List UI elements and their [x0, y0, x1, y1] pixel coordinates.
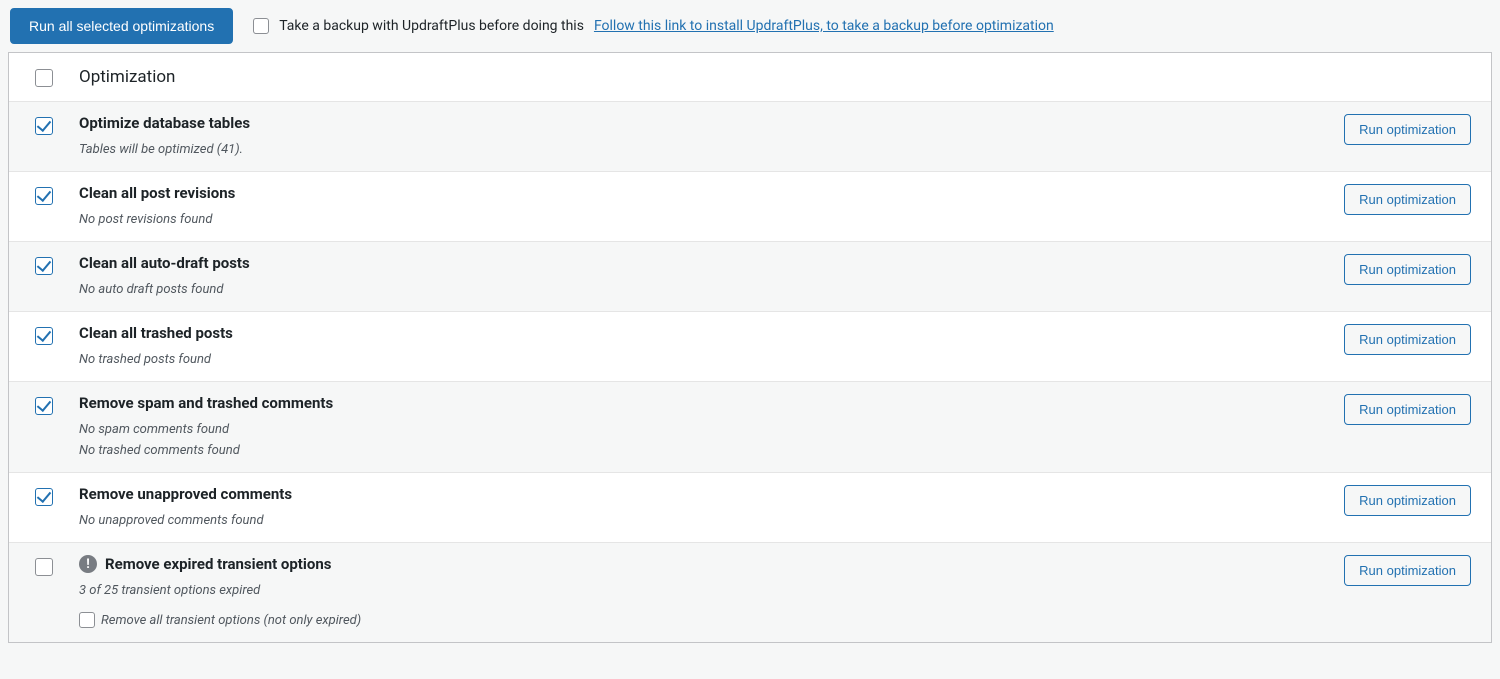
row-checkbox[interactable]: [35, 257, 53, 275]
sub-option-label: Remove all transient options (not only e…: [101, 613, 361, 628]
run-optimization-button[interactable]: Run optimization: [1344, 114, 1471, 145]
backup-text: Take a backup with UpdraftPlus before do…: [279, 18, 584, 34]
sub-option-checkbox[interactable]: [79, 612, 95, 628]
run-optimization-button[interactable]: Run optimization: [1344, 485, 1471, 516]
row-checkbox[interactable]: [35, 558, 53, 576]
optimization-title: ! Remove expired transient options: [79, 555, 1311, 573]
optimization-desc: No auto draft posts found: [79, 282, 1311, 297]
optimization-title: Clean all auto-draft posts: [79, 254, 1311, 272]
row-checkbox[interactable]: [35, 117, 53, 135]
optimization-title-text: Remove expired transient options: [105, 555, 331, 573]
warning-icon: !: [79, 555, 97, 573]
top-bar: Run all selected optimizations Take a ba…: [0, 0, 1500, 52]
run-optimization-button[interactable]: Run optimization: [1344, 184, 1471, 215]
optimization-desc: No trashed posts found: [79, 352, 1311, 367]
table-row: ! Remove expired transient options 3 of 25…: [9, 543, 1491, 642]
table-row: Optimize database tables Tables will be o…: [9, 102, 1491, 172]
table-header: Optimization: [9, 53, 1491, 102]
row-checkbox[interactable]: [35, 327, 53, 345]
backup-checkbox[interactable]: [253, 18, 269, 34]
optimization-desc: 3 of 25 transient options expired: [79, 583, 1311, 598]
optimization-title: Clean all trashed posts: [79, 324, 1311, 342]
optimizations-panel: Optimization Optimize database tables Tab…: [8, 52, 1492, 643]
row-checkbox[interactable]: [35, 187, 53, 205]
optimization-title-text: Clean all trashed posts: [79, 324, 233, 342]
row-checkbox[interactable]: [35, 397, 53, 415]
optimization-desc: No spam comments foundNo trashed comment…: [79, 422, 1311, 458]
optimization-title-text: Optimize database tables: [79, 114, 250, 132]
optimization-title-text: Clean all post revisions: [79, 184, 235, 202]
optimization-desc: No unapproved comments found: [79, 513, 1311, 528]
run-all-button[interactable]: Run all selected optimizations: [10, 8, 233, 44]
optimization-title-text: Clean all auto-draft posts: [79, 254, 250, 272]
row-checkbox[interactable]: [35, 488, 53, 506]
backup-option: Take a backup with UpdraftPlus before do…: [253, 18, 1054, 34]
optimization-desc: Tables will be optimized (41).: [79, 142, 1311, 157]
table-row: Clean all post revisions No post revision…: [9, 172, 1491, 242]
select-all-checkbox[interactable]: [35, 69, 53, 87]
page-root: Run all selected optimizations Take a ba…: [0, 0, 1500, 679]
optimization-title: Clean all post revisions: [79, 184, 1311, 202]
optimization-title-text: Remove unapproved comments: [79, 485, 292, 503]
run-optimization-button[interactable]: Run optimization: [1344, 254, 1471, 285]
run-optimization-button[interactable]: Run optimization: [1344, 324, 1471, 355]
table-row: Clean all trashed posts No trashed posts …: [9, 312, 1491, 382]
optimization-title: Remove unapproved comments: [79, 485, 1311, 503]
run-optimization-button[interactable]: Run optimization: [1344, 394, 1471, 425]
table-row: Remove unapproved comments No unapproved …: [9, 473, 1491, 543]
optimization-desc: No post revisions found: [79, 212, 1311, 227]
table-row: Clean all auto-draft posts No auto draft …: [9, 242, 1491, 312]
header-label: Optimization: [79, 67, 175, 87]
run-optimization-button[interactable]: Run optimization: [1344, 555, 1471, 586]
sub-option: Remove all transient options (not only e…: [79, 612, 1311, 628]
optimization-title: Remove spam and trashed comments: [79, 394, 1311, 412]
table-row: Remove spam and trashed comments No spam …: [9, 382, 1491, 473]
backup-link[interactable]: Follow this link to install UpdraftPlus,…: [594, 18, 1054, 34]
optimization-title: Optimize database tables: [79, 114, 1311, 132]
optimization-title-text: Remove spam and trashed comments: [79, 394, 333, 412]
